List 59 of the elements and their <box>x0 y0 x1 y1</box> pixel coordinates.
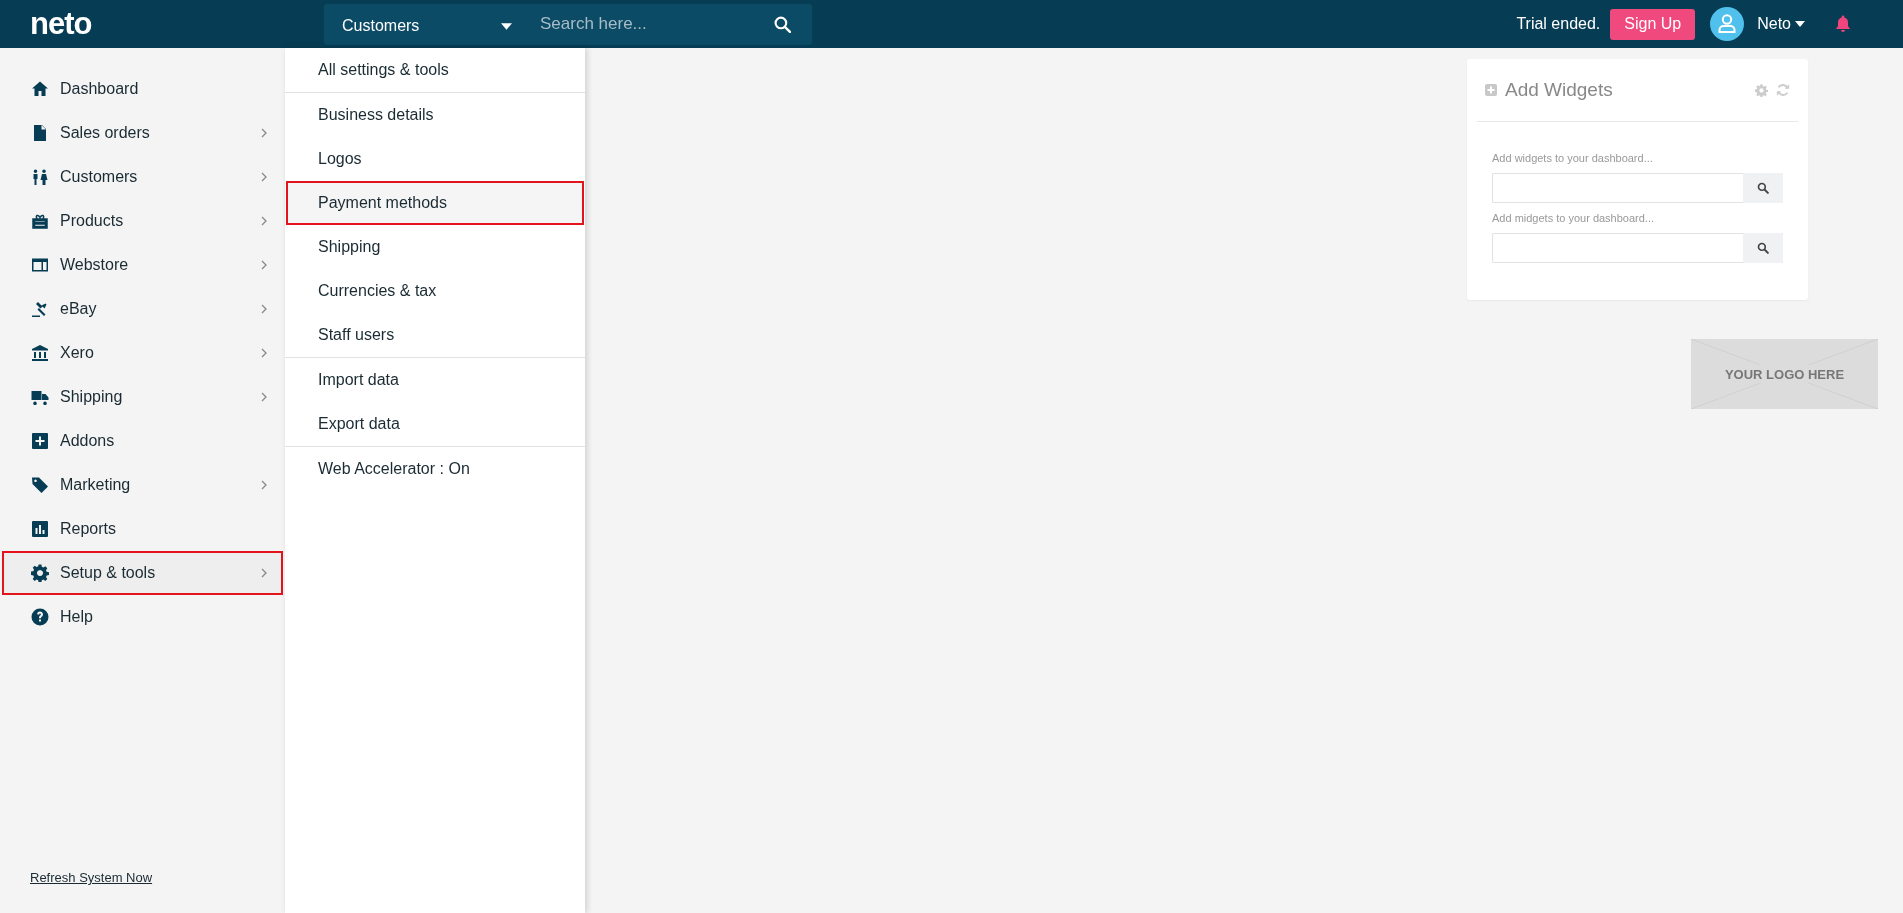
menu-item[interactable]: Shipping <box>286 225 584 269</box>
menu-item[interactable]: Payment methods <box>286 181 584 225</box>
sidebar-item[interactable]: Customers <box>2 155 283 199</box>
search-button[interactable] <box>1743 173 1783 203</box>
sidebar-item[interactable]: Sales orders <box>2 111 283 155</box>
menu-item[interactable]: Export data <box>286 402 584 446</box>
caret-icon <box>501 22 512 30</box>
logo-placeholder-text: YOUR LOGO HERE <box>1724 367 1845 382</box>
sidebar-item[interactable]: Products <box>2 199 283 243</box>
field-label: Add midgets to your dashboard... <box>1492 212 1656 224</box>
sidebar-item[interactable]: Setup & tools <box>2 551 283 595</box>
logo[interactable]: neto <box>30 6 324 42</box>
tag-icon <box>31 476 49 494</box>
widgets-title: Add Widgets <box>1505 79 1613 101</box>
search-scope-dropdown[interactable]: Customers <box>324 3 524 45</box>
user-avatar-icon[interactable] <box>1710 7 1745 41</box>
menu-item[interactable]: Import data <box>286 358 584 402</box>
sidebar-item[interactable]: Webstore <box>2 243 283 287</box>
search-icon <box>1757 182 1769 194</box>
search-button[interactable] <box>752 3 812 45</box>
menu-item[interactable]: Web Accelerator : On <box>286 447 584 491</box>
widget-search-field[interactable] <box>1492 233 1743 263</box>
bank-icon <box>31 344 49 362</box>
help-icon <box>31 608 49 626</box>
people-icon <box>31 168 49 186</box>
bell-icon[interactable] <box>1835 15 1851 33</box>
field-label: Add widgets to your dashboard... <box>1492 152 1654 164</box>
sidebar-item[interactable]: Dashboard <box>2 67 283 111</box>
menu-item[interactable]: Currencies & tax <box>286 269 584 313</box>
document-icon <box>31 124 49 142</box>
menu-item[interactable]: Business details <box>286 93 584 137</box>
user-menu-button[interactable]: Neto <box>1757 15 1805 33</box>
sidebar-item[interactable]: Marketing <box>2 463 283 507</box>
menu-item[interactable]: All settings & tools <box>286 48 584 92</box>
caret-icon <box>1795 21 1805 27</box>
search-icon <box>1757 242 1769 254</box>
plus-square-icon <box>1485 84 1497 96</box>
search-field[interactable]: Search here... <box>524 3 752 45</box>
sidebar-item[interactable]: Reports <box>2 507 283 551</box>
home-icon <box>31 80 49 98</box>
menu-item[interactable]: Logos <box>286 137 584 181</box>
sidebar-item[interactable]: eBay <box>2 287 283 331</box>
widget-search-field[interactable] <box>1492 173 1743 203</box>
bar-chart-icon <box>31 520 49 538</box>
settings-icon <box>31 564 49 582</box>
menu-item[interactable]: Staff users <box>286 313 584 357</box>
search-button[interactable] <box>1743 233 1783 263</box>
search-icon <box>773 15 791 33</box>
sidebar-item[interactable]: Help <box>2 595 283 639</box>
sidebar-item[interactable]: Shipping <box>2 375 283 419</box>
sidebar-item[interactable]: Addons <box>2 419 283 463</box>
refresh-system-link[interactable]: Refresh System Now <box>30 870 153 885</box>
gift-box-icon <box>31 212 49 230</box>
truck-icon <box>31 388 49 406</box>
sign-up-button[interactable]: Sign Up <box>1610 8 1696 40</box>
sidebar-item[interactable]: Xero <box>2 331 283 375</box>
gavel-icon <box>31 300 49 318</box>
browser-window-icon <box>31 256 49 274</box>
trial-status-text: Trial ended. <box>1516 15 1601 33</box>
